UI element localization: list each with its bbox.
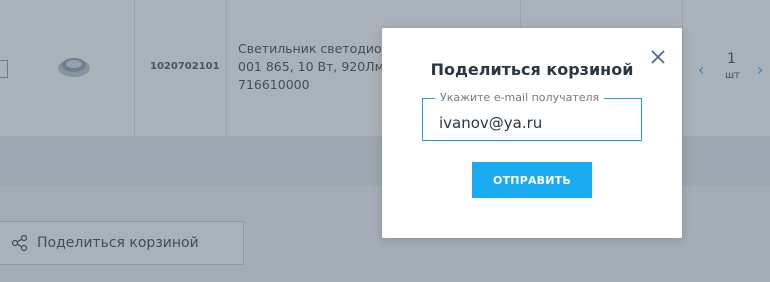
- email-field[interactable]: Укажите e-mail получателя: [422, 91, 642, 141]
- send-button[interactable]: ОТПРАВИТЬ: [472, 162, 592, 198]
- email-input[interactable]: [423, 99, 641, 140]
- share-cart-modal: Поделиться корзиной Укажите e-mail получ…: [382, 28, 682, 238]
- modal-title: Поделиться корзиной: [430, 60, 634, 79]
